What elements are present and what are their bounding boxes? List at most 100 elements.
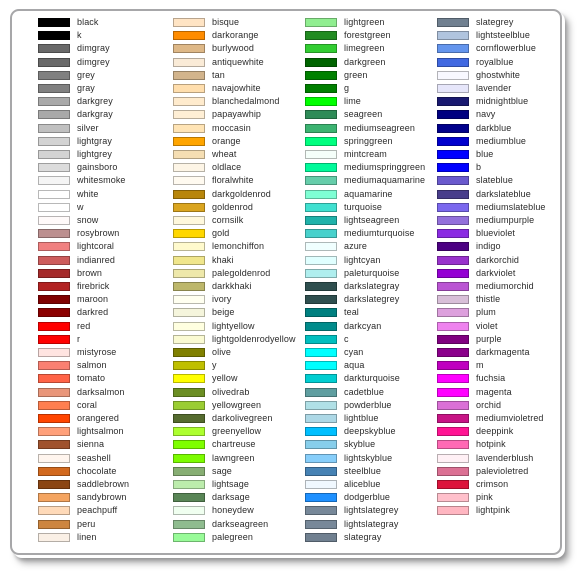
color-swatch (437, 268, 469, 278)
color-name-label: sandybrown (77, 492, 127, 503)
color-swatch (38, 229, 70, 239)
color-swatch (38, 150, 70, 159)
color-swatch (173, 57, 205, 67)
color-swatch (437, 506, 469, 516)
color-name-label: pink (476, 492, 493, 503)
color-name-label: palegreen (212, 531, 253, 542)
color-name-label: gold (212, 228, 230, 239)
color-swatch (38, 453, 70, 463)
color-name-label: hotpink (476, 439, 506, 450)
color-swatch (305, 31, 337, 41)
color-name-label: beige (212, 307, 235, 318)
color-swatch (38, 493, 70, 503)
color-swatch (173, 70, 205, 80)
color-swatch (437, 387, 469, 397)
color-swatch (38, 308, 70, 318)
color-swatch (305, 321, 337, 331)
color-name-label: mediumblue (476, 135, 527, 146)
color-name-label: darkgreen (344, 56, 386, 67)
color-name-label: orangered (77, 413, 119, 423)
color-name-label: violet (476, 320, 498, 331)
color-swatch (305, 70, 337, 80)
color-swatch (437, 334, 469, 344)
color-name-label: navajowhite (212, 83, 261, 93)
color-swatch (305, 506, 337, 516)
color-name-label: mediumorchid (476, 281, 534, 291)
color-name-label: forestgreen (344, 30, 391, 41)
color-name-label: slategray (344, 531, 382, 542)
color-swatch (437, 31, 469, 41)
color-swatch (305, 44, 337, 54)
color-name-label: darkolivegreen (212, 413, 273, 423)
color-swatch (305, 361, 337, 371)
color-name-label: darksage (212, 492, 250, 503)
color-swatch (305, 466, 337, 476)
color-name-label: burlywood (212, 43, 254, 54)
color-swatch (437, 97, 469, 107)
color-swatch (437, 18, 469, 27)
color-name-label: lightsteelblue (476, 30, 530, 41)
color-name-label: lavender (476, 83, 512, 93)
color-name-label: y (212, 360, 217, 371)
color-name-label: midnightblue (476, 96, 529, 107)
color-swatch (437, 295, 469, 305)
color-name-label: mediumaquamarine (344, 175, 426, 186)
color-swatch (38, 532, 70, 542)
color-swatch (437, 176, 469, 186)
color-swatch (38, 18, 70, 27)
color-name-label: springgreen (344, 135, 393, 146)
color-swatch (38, 84, 70, 93)
color-swatch (38, 216, 70, 225)
color-swatch (38, 176, 70, 186)
color-name-label: c (344, 333, 349, 344)
color-name-label: darkmagenta (476, 347, 530, 357)
color-swatch (173, 466, 205, 476)
color-swatch (38, 506, 70, 516)
color-name-label: bisque (212, 17, 240, 27)
color-swatch (38, 321, 70, 331)
color-name-label: orange (212, 135, 241, 146)
color-name-label: gainsboro (77, 162, 118, 173)
color-swatch (437, 216, 469, 225)
color-name-label: powderblue (344, 399, 392, 410)
color-swatch (305, 268, 337, 278)
color-swatch (173, 374, 205, 384)
color-name-label: palegoldenrod (212, 267, 271, 278)
color-chart-page: black k dimgray dimgrey grey gray darkgrey dark… (0, 0, 580, 571)
color-swatch (38, 348, 70, 357)
color-swatch (305, 440, 337, 450)
color-swatch (173, 176, 205, 186)
color-name-label: mediumturquoise (344, 228, 415, 239)
color-name-label: crimson (476, 479, 509, 489)
color-swatch (38, 242, 70, 252)
color-name-label: palevioletred (476, 465, 529, 476)
color-name-label: plum (476, 307, 496, 318)
color-swatch (38, 334, 70, 344)
color-name-label: k (77, 30, 82, 41)
color-name-label: mediumpurple (476, 215, 535, 225)
color-swatch (305, 374, 337, 384)
color-name-label: lawngreen (212, 452, 255, 463)
color-swatch (437, 202, 469, 212)
color-swatch (437, 136, 469, 146)
color-name-label: lightslategrey (344, 505, 399, 516)
color-name-label: dimgrey (77, 56, 110, 67)
color-name-label: dimgray (77, 43, 110, 54)
color-swatch (173, 480, 205, 489)
color-swatch (173, 202, 205, 212)
color-name-label: lavenderblush (476, 452, 534, 463)
color-swatch (38, 295, 70, 305)
color-name-label: navy (476, 109, 496, 120)
color-name-label: papayawhip (212, 109, 262, 120)
color-swatch (173, 282, 205, 291)
color-swatch (38, 189, 70, 199)
color-name-label: m (476, 360, 484, 371)
color-swatch (173, 84, 205, 93)
color-swatch (173, 506, 205, 516)
color-swatch (437, 400, 469, 410)
color-swatch (173, 493, 205, 503)
color-name-label: linen (77, 531, 97, 542)
color-name-label: oldlace (212, 162, 242, 173)
color-swatch (173, 308, 205, 318)
color-name-label: lightseagreen (344, 215, 400, 225)
